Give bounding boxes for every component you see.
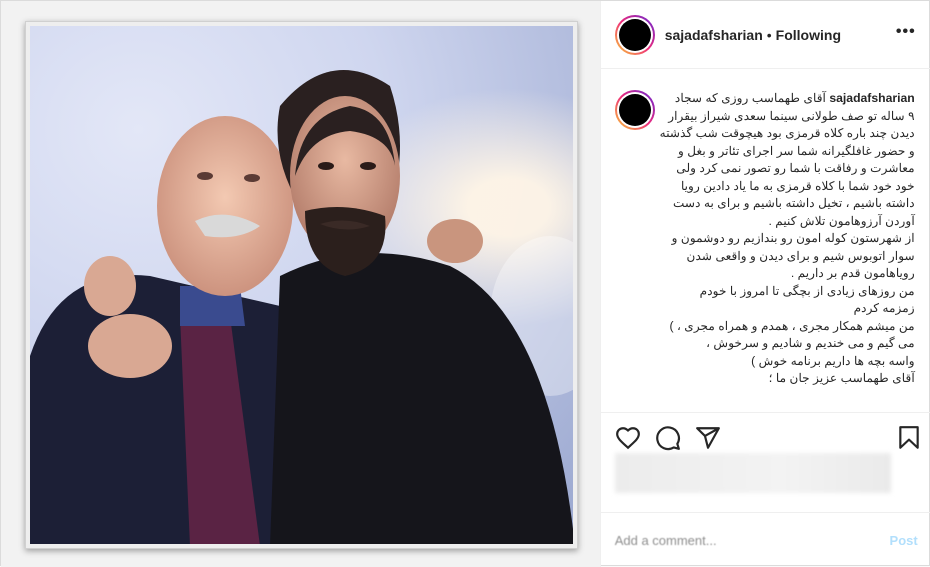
share-icon[interactable] — [695, 425, 721, 451]
caption-line: و حضور غافلگیرانه شما سر اجرای تئاتر و ب… — [678, 143, 915, 158]
caption-line: از شهرستون کوله امون رو بندازیم رو دوشمو… — [671, 231, 915, 245]
caption-line: زمزمه کردم — [853, 301, 915, 315]
more-icon[interactable]: ••• — [896, 23, 916, 41]
caption-line: داشته باشیم ، تخیل داشته باشیم و برای به… — [672, 196, 915, 210]
heart-icon[interactable] — [615, 425, 641, 451]
caption-line-0-text: آقای طهماسب روزی که سجاد — [674, 91, 826, 105]
caption-line: واسه بچه ها داریم برنامه خوش ) — [751, 353, 915, 368]
avatar-image — [618, 18, 651, 51]
avatar-gap — [616, 16, 653, 53]
caption-line: دیدن چند باره کلاه قرمزی بود هیچوقت شب گ… — [659, 126, 915, 140]
caption-line: خود خود شما با کلاه قرمزی به ما یاد دادی… — [680, 178, 915, 193]
caption-line: آوردن آرزوهامون تلاش کنیم . — [768, 213, 915, 228]
header-username[interactable]: sajadafsharian — [665, 27, 763, 43]
comment-icon[interactable] — [655, 425, 681, 451]
post-photo — [30, 26, 573, 544]
follow-status-button[interactable]: Following — [776, 27, 841, 43]
caption-line: من روزهای زیادی از بچگی تا امروز با خودم — [699, 283, 915, 298]
comment-input[interactable]: Add a comment... — [615, 533, 717, 548]
photo-illustration — [30, 70, 573, 544]
header-separator: • — [766, 26, 772, 43]
caption-avatar-gap — [616, 92, 653, 128]
caption-avatar-image — [618, 94, 651, 126]
caption-line: ۹ ساله تو صف طولانی سینما سعدی شیراز بیق… — [668, 108, 915, 123]
caption-line: می گیم و می خندیم و شادیم و سرخوش ، — [706, 336, 915, 350]
caption-line: رویاهامون قدم بر داریم . — [790, 266, 915, 280]
instagram-post: sajadafsharian • Following ••• sajadafsh… — [0, 0, 930, 567]
post-sidebar: sajadafsharian • Following ••• sajadafsh… — [599, 1, 930, 567]
add-comment-bar: Add a comment... Post — [600, 512, 930, 567]
caption-line: آقای طهماسب عزیز جان ما ؛ — [768, 371, 915, 385]
caption-line: سوار اتوبوس شیم و برای دیدن و واقعی شدن — [686, 248, 915, 263]
caption-text: sajadafsharian آقای طهماسب روزی که سجاد … — [659, 90, 915, 388]
caption-line-0: sajadafsharian آقای طهماسب روزی که سجاد — [665, 90, 915, 108]
caption-line: معاشرت و رفاقت با شما رو تصور نمی کرد ول… — [676, 161, 915, 175]
comments-section[interactable]: sajadafsharian آقای طهماسب روزی که سجاد … — [601, 70, 930, 412]
likes-blurred — [614, 453, 891, 493]
bookmark-icon[interactable] — [896, 425, 922, 451]
caption: sajadafsharian آقای طهماسب روزی که سجاد … — [614, 90, 916, 388]
avatar[interactable] — [614, 14, 655, 55]
caption-avatar[interactable] — [614, 90, 655, 130]
post-media[interactable] — [1, 1, 600, 567]
caption-line: من میشم همکار مجری ، همدم و همراه مجری ،… — [669, 318, 915, 333]
post-header: sajadafsharian • Following ••• — [600, 1, 930, 69]
photo-frame — [25, 21, 578, 549]
caption-username[interactable]: sajadafsharian — [829, 91, 914, 105]
post-comment-button[interactable]: Post — [890, 533, 918, 548]
